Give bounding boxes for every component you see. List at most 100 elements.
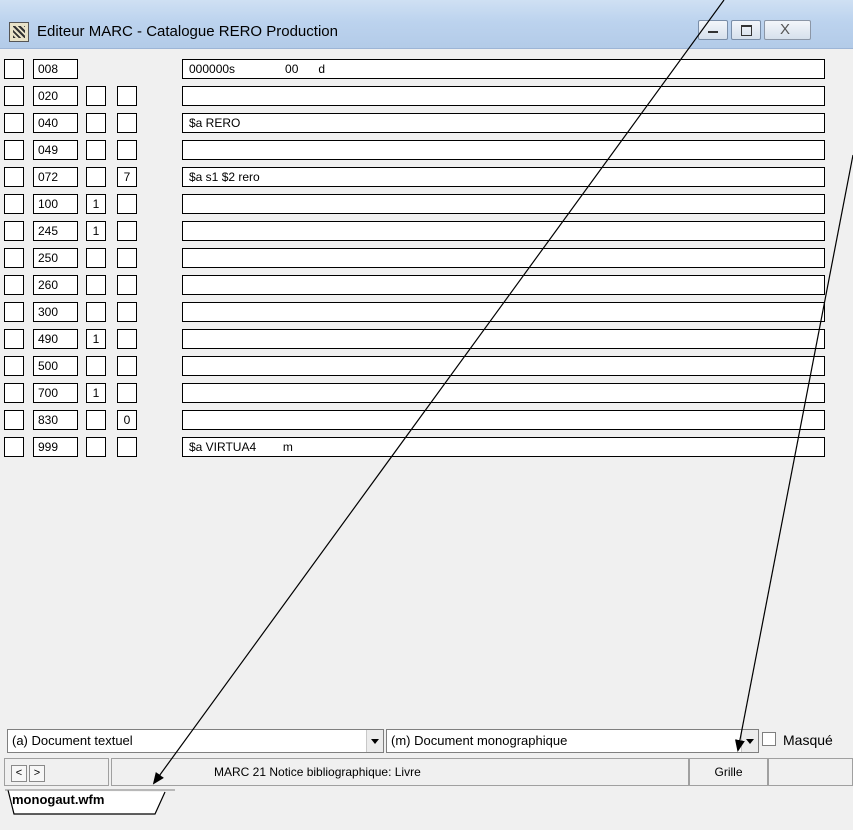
- field-tag[interactable]: 040: [33, 113, 78, 133]
- indicator-2[interactable]: [117, 302, 137, 322]
- row-select-box[interactable]: [4, 410, 24, 430]
- indicator-2[interactable]: 0: [117, 410, 137, 430]
- row-select-box[interactable]: [4, 194, 24, 214]
- indicator-1[interactable]: 1: [86, 221, 106, 241]
- row-select-box[interactable]: [4, 59, 24, 79]
- row-select-box[interactable]: [4, 167, 24, 187]
- indicator-2[interactable]: [117, 140, 137, 160]
- field-value[interactable]: [182, 275, 825, 295]
- indicator-1[interactable]: [86, 437, 106, 457]
- field-tag[interactable]: 700: [33, 383, 78, 403]
- indicator-2[interactable]: [117, 437, 137, 457]
- indicator-2[interactable]: [117, 383, 137, 403]
- field-tag[interactable]: 245: [33, 221, 78, 241]
- view-mode-status[interactable]: Grille: [689, 758, 768, 786]
- tab-monogaut[interactable]: monogaut.wfm: [5, 788, 175, 816]
- indicator-1[interactable]: [86, 86, 106, 106]
- indicator-1[interactable]: [86, 248, 106, 268]
- field-value[interactable]: 000000s 00 d: [182, 59, 825, 79]
- indicator-2[interactable]: [117, 86, 137, 106]
- close-icon: X: [780, 21, 791, 38]
- document-type-select[interactable]: (a) Document textuel: [7, 729, 384, 753]
- indicator-2[interactable]: [117, 329, 137, 349]
- row-select-box[interactable]: [4, 356, 24, 376]
- row-select-box[interactable]: [4, 383, 24, 403]
- indicator-1[interactable]: [86, 356, 106, 376]
- maximize-button[interactable]: [731, 20, 761, 40]
- row-select-box[interactable]: [4, 437, 24, 457]
- field-tag[interactable]: 300: [33, 302, 78, 322]
- indicator-1[interactable]: [86, 167, 106, 187]
- marc-field-row: 040 $a RERO: [0, 111, 853, 138]
- marc-editor-icon[interactable]: [9, 22, 29, 42]
- field-tag[interactable]: 260: [33, 275, 78, 295]
- field-tag[interactable]: 250: [33, 248, 78, 268]
- field-value[interactable]: [182, 140, 825, 160]
- field-value[interactable]: [182, 329, 825, 349]
- indicator-2[interactable]: [117, 113, 137, 133]
- indicator-1[interactable]: 1: [86, 383, 106, 403]
- masque-label: Masqué: [783, 732, 833, 748]
- field-tag[interactable]: 072: [33, 167, 78, 187]
- row-select-box[interactable]: [4, 329, 24, 349]
- next-record-button[interactable]: >: [29, 765, 45, 782]
- field-value[interactable]: [182, 194, 825, 214]
- field-value[interactable]: $a RERO: [182, 113, 825, 133]
- row-select-box[interactable]: [4, 86, 24, 106]
- indicator-1[interactable]: [86, 302, 106, 322]
- field-value[interactable]: [182, 221, 825, 241]
- indicator-2[interactable]: [117, 194, 137, 214]
- row-select-box[interactable]: [4, 113, 24, 133]
- row-select-box[interactable]: [4, 221, 24, 241]
- indicator-2[interactable]: [117, 221, 137, 241]
- bibliographic-level-select[interactable]: (m) Document monographique: [386, 729, 759, 753]
- indicator-1[interactable]: 1: [86, 329, 106, 349]
- indicator-1[interactable]: [86, 410, 106, 430]
- indicator-1[interactable]: [86, 275, 106, 295]
- field-value[interactable]: [182, 383, 825, 403]
- indicator-2[interactable]: 7: [117, 167, 137, 187]
- marc-field-row: 300: [0, 300, 853, 327]
- masque-checkbox[interactable]: [762, 732, 776, 746]
- field-tag[interactable]: 049: [33, 140, 78, 160]
- field-value[interactable]: [182, 356, 825, 376]
- field-tag[interactable]: 490: [33, 329, 78, 349]
- indicator-1[interactable]: 1: [86, 194, 106, 214]
- previous-record-button[interactable]: <: [11, 765, 27, 782]
- template-tab-strip: monogaut.wfm: [0, 788, 853, 830]
- row-select-box[interactable]: [4, 248, 24, 268]
- field-value[interactable]: [182, 302, 825, 322]
- document-type-value: (a) Document textuel: [12, 733, 133, 748]
- row-select-box[interactable]: [4, 275, 24, 295]
- marc-field-row: 008 000000s 00 d: [0, 57, 853, 84]
- field-value[interactable]: [182, 86, 825, 106]
- tab-label: monogaut.wfm: [12, 792, 105, 807]
- indicator-1[interactable]: [86, 113, 106, 133]
- indicator-2[interactable]: [117, 275, 137, 295]
- field-tag[interactable]: 999: [33, 437, 78, 457]
- marc-field-row: 049: [0, 138, 853, 165]
- row-select-box[interactable]: [4, 302, 24, 322]
- field-tag[interactable]: 100: [33, 194, 78, 214]
- minimize-button[interactable]: [698, 20, 728, 40]
- chevron-down-icon[interactable]: [741, 730, 758, 752]
- indicator-2[interactable]: [117, 356, 137, 376]
- close-button[interactable]: X: [764, 20, 811, 40]
- title-bar[interactable]: Editeur MARC - Catalogue RERO Production…: [0, 0, 853, 49]
- chevron-down-icon[interactable]: [366, 730, 383, 752]
- field-tag[interactable]: 020: [33, 86, 78, 106]
- field-tag[interactable]: 500: [33, 356, 78, 376]
- field-tag[interactable]: 830: [33, 410, 78, 430]
- field-value[interactable]: [182, 410, 825, 430]
- field-value[interactable]: $a s1 $2 rero: [182, 167, 825, 187]
- field-tag[interactable]: 008: [33, 59, 78, 79]
- marc-field-row: 020: [0, 84, 853, 111]
- marc-field-row: 700 1: [0, 381, 853, 408]
- indicator-2[interactable]: [117, 248, 137, 268]
- field-value[interactable]: $a VIRTUA4 m: [182, 437, 825, 457]
- marc-field-row: 999 $a VIRTUA4 m: [0, 435, 853, 462]
- indicator-1[interactable]: [86, 140, 106, 160]
- marc-field-row: 830 0: [0, 408, 853, 435]
- field-value[interactable]: [182, 248, 825, 268]
- row-select-box[interactable]: [4, 140, 24, 160]
